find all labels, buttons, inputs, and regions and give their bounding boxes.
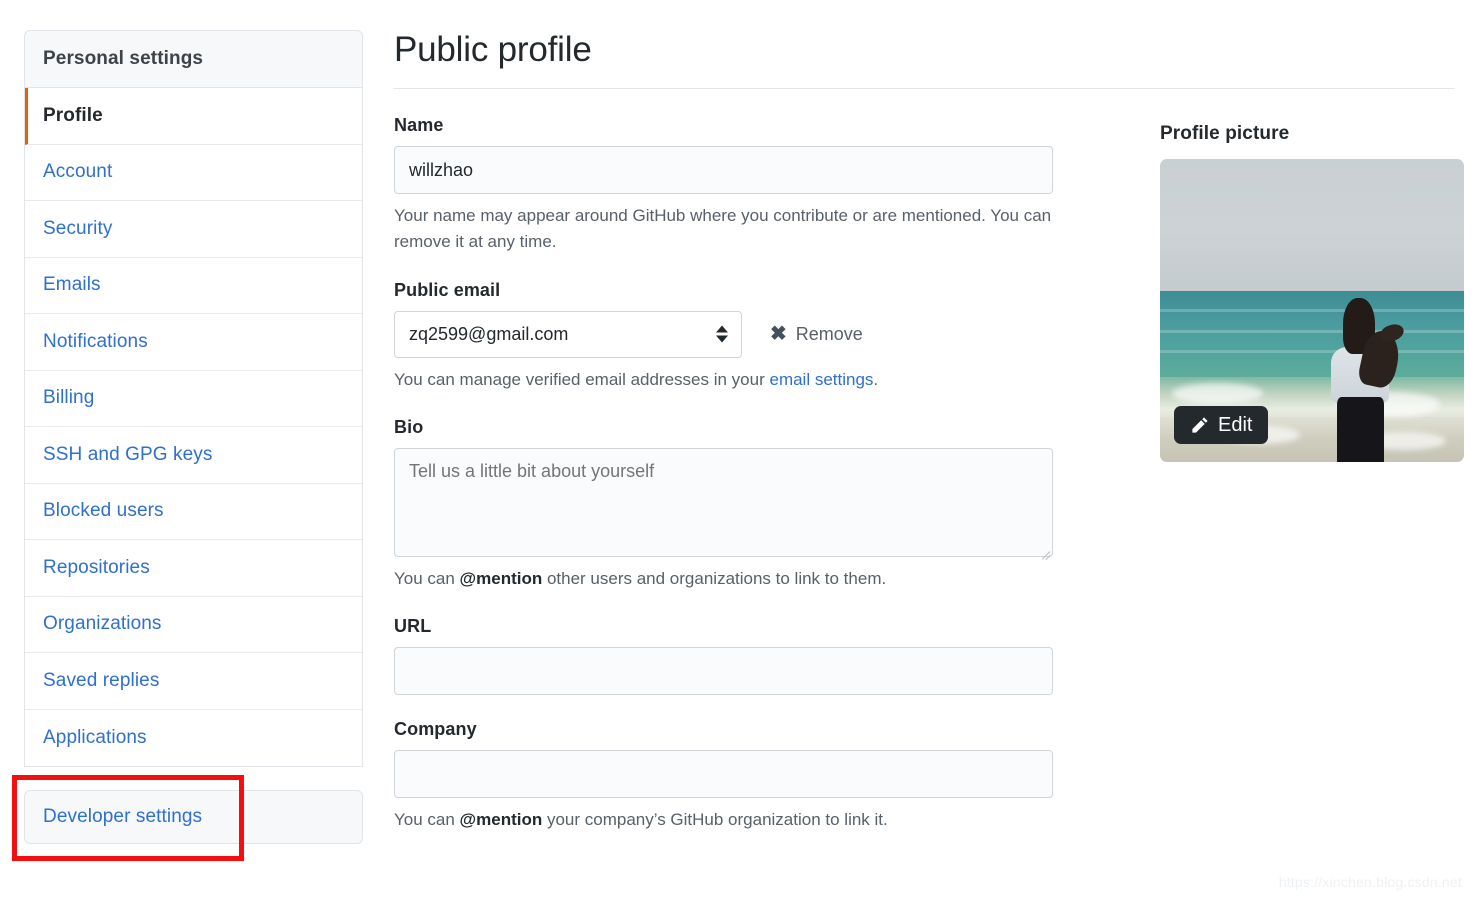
name-helper-text: Your name may appear around GitHub where… bbox=[394, 203, 1094, 256]
avatar-person-silhouette bbox=[1321, 298, 1400, 462]
page-title: Public profile bbox=[394, 30, 1094, 88]
sidebar-item-label: Notifications bbox=[43, 331, 148, 353]
sidebar-item-developer-settings[interactable]: Developer settings bbox=[24, 790, 363, 844]
sidebar-header: Personal settings bbox=[24, 30, 363, 88]
remove-email-label: Remove bbox=[796, 324, 863, 345]
settings-page: Personal settings Profile Account Securi… bbox=[0, 0, 1474, 908]
title-divider bbox=[394, 88, 1454, 89]
public-email-label: Public email bbox=[394, 280, 1094, 301]
sidebar-item-applications[interactable]: Applications bbox=[25, 710, 362, 767]
public-email-helper-suffix: . bbox=[873, 370, 878, 389]
sidebar-item-label: SSH and GPG keys bbox=[43, 444, 213, 466]
sidebar-item-notifications[interactable]: Notifications bbox=[25, 314, 362, 371]
profile-picture-panel: Profile picture bbox=[1160, 123, 1466, 462]
bio-label: Bio bbox=[394, 417, 1094, 438]
bio-helper-suffix: other users and organizations to link to… bbox=[542, 569, 886, 588]
name-field-group: Name Your name may appear around GitHub … bbox=[394, 115, 1094, 256]
pencil-icon bbox=[1190, 416, 1209, 435]
bio-field-group: Bio You can @mention other users and org… bbox=[394, 417, 1094, 592]
sidebar-item-security[interactable]: Security bbox=[25, 201, 362, 258]
url-field-group: URL bbox=[394, 616, 1094, 695]
sidebar-item-account[interactable]: Account bbox=[25, 145, 362, 202]
sidebar-header-label: Personal settings bbox=[43, 48, 203, 70]
sidebar-item-organizations[interactable]: Organizations bbox=[25, 597, 362, 654]
public-email-helper-text: You can manage verified email addresses … bbox=[394, 367, 1094, 393]
bio-helper-mention: @mention bbox=[460, 569, 543, 588]
sidebar-item-label: Blocked users bbox=[43, 500, 164, 522]
edit-avatar-label: Edit bbox=[1218, 414, 1252, 437]
company-helper-mention: @mention bbox=[460, 810, 543, 829]
name-label: Name bbox=[394, 115, 1094, 136]
public-email-row: zq2599@gmail.com ✖ Remove bbox=[394, 311, 1094, 358]
close-icon: ✖ bbox=[770, 324, 787, 344]
chevron-updown-icon bbox=[716, 326, 728, 343]
public-email-select-wrapper: zq2599@gmail.com bbox=[394, 311, 742, 358]
sidebar-item-label: Emails bbox=[43, 274, 101, 296]
profile-picture-title: Profile picture bbox=[1160, 123, 1466, 145]
public-email-field-group: Public email zq2599@gmail.com ✖ Remove bbox=[394, 280, 1094, 393]
remove-email-button[interactable]: ✖ Remove bbox=[770, 324, 863, 345]
company-field-group: Company You can @mention your company’s … bbox=[394, 719, 1094, 833]
company-helper-text: You can @mention your company’s GitHub o… bbox=[394, 807, 1094, 833]
company-helper-prefix: You can bbox=[394, 810, 460, 829]
sidebar-item-label: Security bbox=[43, 218, 112, 240]
company-input[interactable] bbox=[394, 750, 1053, 798]
edit-avatar-button[interactable]: Edit bbox=[1174, 406, 1268, 444]
avatar[interactable]: Edit bbox=[1160, 159, 1464, 462]
bio-textarea-wrapper bbox=[394, 448, 1053, 557]
bio-textarea[interactable] bbox=[394, 448, 1053, 557]
bio-helper-prefix: You can bbox=[394, 569, 460, 588]
public-email-helper-prefix: You can manage verified email addresses … bbox=[394, 370, 769, 389]
sidebar-item-label: Profile bbox=[43, 105, 103, 127]
sidebar-item-label: Saved replies bbox=[43, 670, 159, 692]
sidebar-item-billing[interactable]: Billing bbox=[25, 371, 362, 428]
sidebar-nav-list: Profile Account Security Emails Notifica… bbox=[24, 88, 363, 767]
sidebar-item-profile[interactable]: Profile bbox=[25, 88, 362, 145]
main-content: Public profile Name Your name may appear… bbox=[394, 30, 1094, 858]
company-label: Company bbox=[394, 719, 1094, 740]
sidebar-item-repositories[interactable]: Repositories bbox=[25, 540, 362, 597]
email-settings-link[interactable]: email settings bbox=[769, 370, 873, 389]
public-email-selected-value: zq2599@gmail.com bbox=[409, 324, 568, 345]
sidebar-item-label: Billing bbox=[43, 387, 94, 409]
public-email-select[interactable]: zq2599@gmail.com bbox=[394, 311, 742, 358]
bio-helper-text: You can @mention other users and organiz… bbox=[394, 566, 1094, 592]
company-helper-suffix: your company’s GitHub organization to li… bbox=[542, 810, 888, 829]
url-label: URL bbox=[394, 616, 1094, 637]
sidebar: Personal settings Profile Account Securi… bbox=[24, 30, 363, 767]
sidebar-item-label: Repositories bbox=[43, 557, 150, 579]
sidebar-item-saved-replies[interactable]: Saved replies bbox=[25, 653, 362, 710]
sidebar-item-ssh-and-gpg-keys[interactable]: SSH and GPG keys bbox=[25, 427, 362, 484]
sidebar-item-label: Developer settings bbox=[43, 806, 202, 828]
url-input[interactable] bbox=[394, 647, 1053, 695]
sidebar-item-emails[interactable]: Emails bbox=[25, 258, 362, 315]
sidebar-item-label: Organizations bbox=[43, 613, 162, 635]
sidebar-item-blocked-users[interactable]: Blocked users bbox=[25, 484, 362, 541]
sidebar-item-label: Account bbox=[43, 161, 112, 183]
name-input[interactable] bbox=[394, 146, 1053, 194]
watermark: https://xinchen.blog.csdn.net bbox=[1279, 874, 1462, 890]
sidebar-item-label: Applications bbox=[43, 727, 147, 749]
